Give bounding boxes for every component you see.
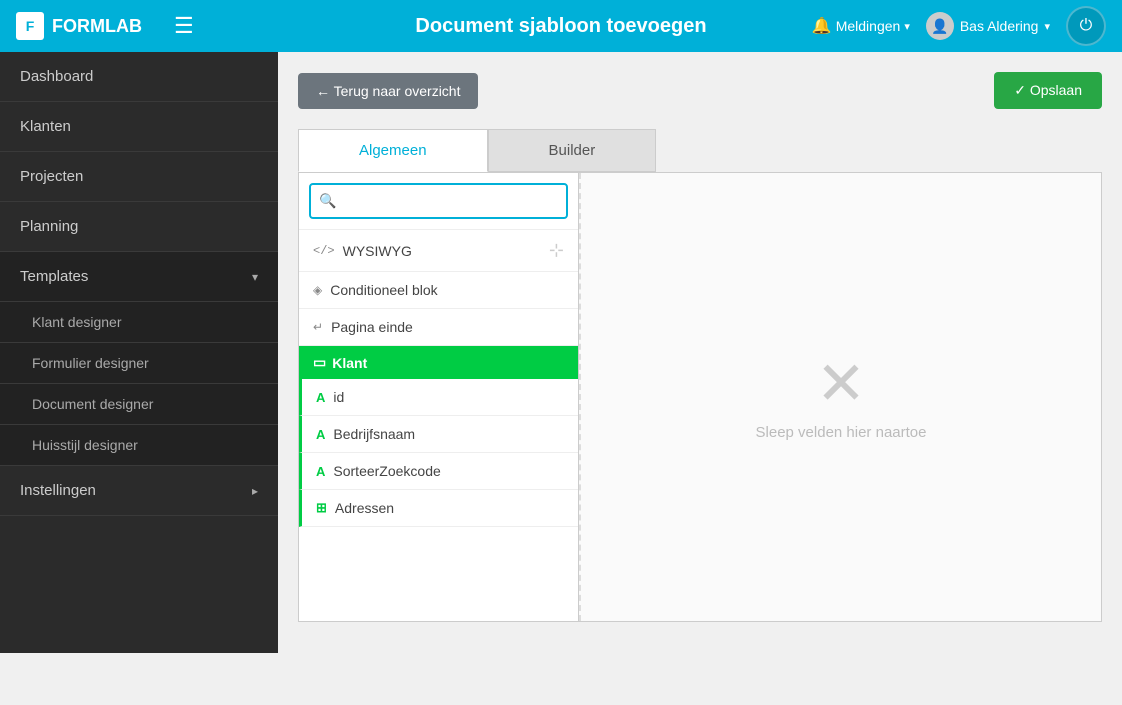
sidebar-item-instellingen[interactable]: Instellingen ▸ [0,466,278,516]
notifications-button[interactable]: 🔔 Meldingen ▾ [812,16,910,36]
sidebar-item-templates[interactable]: Templates ▾ [0,252,278,302]
bedrijfsnaam-type-icon: A [316,427,325,442]
content-area: 🔍 </> WYSIWYG ⊹ ◈ Conditioneel blok ↵ Pa… [298,172,1102,622]
fields-panel: 🔍 </> WYSIWYG ⊹ ◈ Conditioneel blok ↵ Pa… [299,173,579,621]
instellingen-chevron-icon: ▸ [252,484,258,498]
user-caret: ▾ [1044,20,1050,33]
hamburger-icon[interactable]: ☰ [174,13,194,39]
search-box: 🔍 [299,173,578,230]
logo: F FORMLAB [16,12,142,40]
tab-algemeen[interactable]: Algemeen [298,129,488,172]
notifications-caret: ▾ [904,20,910,33]
klant-section-header[interactable]: ▭ Klant [299,346,578,379]
search-icon: 🔍 [319,193,336,210]
conditioneel-icon: ◈ [313,283,322,298]
action-bar: ← Terug naar overzicht ✓ Opslaan [298,72,1102,109]
field-item-pagina-einde[interactable]: ↵ Pagina einde [299,309,578,346]
sidebar-subitem-klant-designer[interactable]: Klant designer [0,302,278,343]
templates-chevron-icon: ▾ [252,270,258,284]
adressen-type-icon: ⊞ [316,500,327,516]
topbar-right: 🔔 Meldingen ▾ 👤 Bas Aldering ▾ ⏻ [812,6,1106,46]
page-title: Document sjabloon toevoegen [415,15,706,38]
klant-collapse-icon: ▭ [313,354,326,371]
avatar: 👤 [926,12,954,40]
search-wrapper: 🔍 [309,183,568,219]
tab-builder[interactable]: Builder [488,129,657,172]
sidebar: Dashboard Klanten Projecten Planning Tem… [0,52,278,653]
drop-zone-x-icon: ✕ [816,354,866,414]
field-item-wysiwyg[interactable]: </> WYSIWYG ⊹ [299,230,578,272]
klant-field-sorteerzoekcode[interactable]: A SorteerZoekcode [299,453,578,490]
id-type-icon: A [316,390,325,405]
sidebar-subitem-document-designer[interactable]: Document designer [0,384,278,425]
sidebar-item-projecten[interactable]: Projecten [0,152,278,202]
sorteerzoekcode-type-icon: A [316,464,325,479]
user-menu[interactable]: 👤 Bas Aldering ▾ [926,12,1050,40]
klant-field-bedrijfsnaam[interactable]: A Bedrijfsnaam [299,416,578,453]
save-button[interactable]: ✓ Opslaan [994,72,1102,109]
pagina-einde-icon: ↵ [313,320,323,335]
drop-zone-text: Sleep velden hier naartoe [756,424,927,441]
search-input[interactable] [309,183,568,219]
wysiwyg-icon: </> [313,244,335,258]
klant-field-id[interactable]: A id [299,379,578,416]
field-item-conditioneel-blok[interactable]: ◈ Conditioneel blok [299,272,578,309]
sidebar-subitem-huisstijl-designer[interactable]: Huisstijl designer [0,425,278,466]
tabs: Algemeen Builder [298,129,1102,172]
topbar: F FORMLAB ☰ Document sjabloon toevoegen … [0,0,1122,52]
back-button[interactable]: ← Terug naar overzicht [298,73,478,109]
sidebar-item-dashboard[interactable]: Dashboard [0,52,278,102]
power-button[interactable]: ⏻ [1066,6,1106,46]
klant-field-adressen[interactable]: ⊞ Adressen [299,490,578,527]
sidebar-item-planning[interactable]: Planning [0,202,278,252]
main-content: ← Terug naar overzicht ✓ Opslaan Algemee… [278,52,1122,653]
sidebar-subitem-formulier-designer[interactable]: Formulier designer [0,343,278,384]
wysiwyg-drag-icon: ⊹ [549,240,564,261]
sidebar-item-klanten[interactable]: Klanten [0,102,278,152]
logo-icon: F [16,12,44,40]
bell-icon: 🔔 [812,16,832,36]
drop-zone: ✕ Sleep velden hier naartoe [579,173,1101,621]
